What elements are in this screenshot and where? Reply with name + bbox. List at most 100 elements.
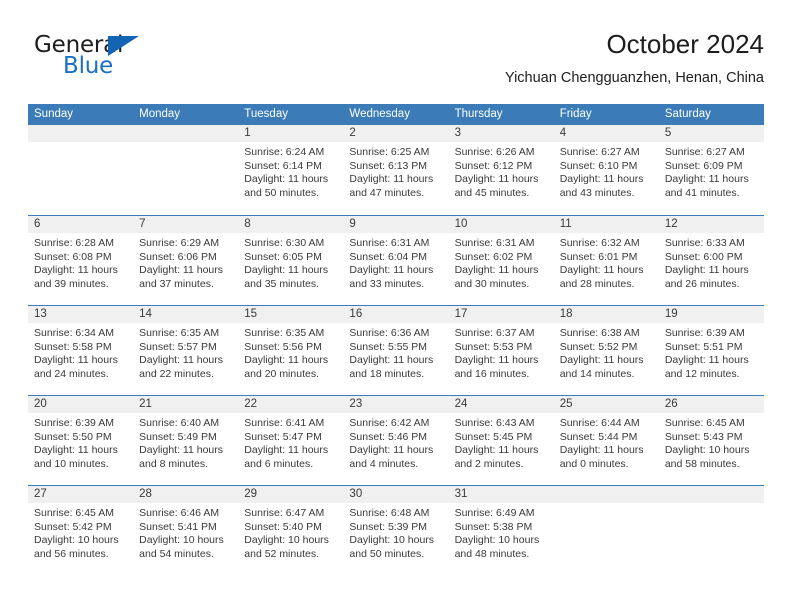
- day-info-line: Daylight: 11 hours: [454, 264, 539, 277]
- day-info-line: and 30 minutes.: [454, 277, 530, 290]
- day-info-line: and 56 minutes.: [34, 547, 109, 560]
- day-cell-7[interactable]: 7 Sunrise: 6:29 AM Sunset: 6:06 PM Daylight…: [133, 216, 238, 306]
- day-sun-info: Sunrise: 6:27 AM Sunset: 6:10 PM Daylight:…: [560, 146, 656, 200]
- day-info-line: Sunrise: 6:26 AM: [454, 146, 535, 158]
- day-cell-18[interactable]: 18 Sunrise: 6:38 AM Sunset: 5:52 PM Dayligh…: [554, 306, 659, 396]
- day-info-line: Daylight: 10 hours: [139, 534, 224, 547]
- day-cell-25[interactable]: 25 Sunrise: 6:44 AM Sunset: 5:44 PM Dayligh…: [554, 396, 659, 486]
- day-cell-1[interactable]: 1 Sunrise: 6:24 AM Sunset: 6:14 PM Daylight…: [238, 125, 343, 215]
- day-number: 18: [559, 308, 573, 320]
- day-info-line: Daylight: 11 hours: [454, 173, 539, 186]
- day-number: 31: [454, 488, 468, 500]
- day-cell-27[interactable]: 27 Sunrise: 6:45 AM Sunset: 5:42 PM Dayligh…: [28, 486, 133, 576]
- day-info-line: and 37 minutes.: [139, 277, 214, 290]
- day-info-line: Daylight: 11 hours: [349, 354, 434, 367]
- day-info-line: and 45 minutes.: [454, 186, 530, 199]
- day-info-line: and 41 minutes.: [664, 186, 740, 199]
- week-days: 6 Sunrise: 6:28 AM Sunset: 6:08 PM Daylight…: [28, 216, 764, 306]
- day-cell-6[interactable]: 6 Sunrise: 6:28 AM Sunset: 6:08 PM Daylight…: [28, 216, 133, 306]
- day-number: 21: [139, 398, 152, 410]
- day-info-line: Sunrise: 6:35 AM: [244, 327, 325, 339]
- day-info-line: Sunset: 5:49 PM: [139, 430, 217, 443]
- day-sun-info: Sunrise: 6:45 AM Sunset: 5:43 PM Daylight:…: [665, 417, 761, 471]
- day-info-line: Daylight: 11 hours: [244, 264, 329, 277]
- day-info-line: and 39 minutes.: [34, 277, 109, 290]
- day-cell-22[interactable]: 22 Sunrise: 6:41 AM Sunset: 5:47 PM Dayligh…: [238, 396, 343, 486]
- day-cell-29[interactable]: 29 Sunrise: 6:47 AM Sunset: 5:40 PM Dayligh…: [238, 486, 343, 576]
- weekday-header-sunday: Sunday: [34, 108, 74, 120]
- day-number: 4: [559, 127, 567, 139]
- page-title: October 2024: [606, 29, 764, 59]
- day-info-line: Daylight: 10 hours: [244, 534, 329, 547]
- day-info-line: and 8 minutes.: [139, 457, 209, 470]
- day-number: 17: [454, 308, 468, 320]
- day-cell-13[interactable]: 13 Sunrise: 6:34 AM Sunset: 5:58 PM Dayligh…: [28, 306, 133, 396]
- day-cell-2[interactable]: 2 Sunrise: 6:25 AM Sunset: 6:13 PM Daylight…: [343, 125, 448, 215]
- day-cell-23[interactable]: 23 Sunrise: 6:42 AM Sunset: 5:46 PM Dayligh…: [343, 396, 448, 486]
- day-info-line: Sunrise: 6:34 AM: [34, 327, 114, 339]
- day-info-line: Sunrise: 6:42 AM: [349, 417, 430, 429]
- day-info-line: Sunset: 5:39 PM: [349, 520, 428, 533]
- day-cell-28[interactable]: 28 Sunrise: 6:46 AM Sunset: 5:41 PM Dayligh…: [133, 486, 238, 576]
- day-cell-17[interactable]: 17 Sunrise: 6:37 AM Sunset: 5:53 PM Dayligh…: [449, 306, 554, 396]
- day-info-line: and 26 minutes.: [664, 277, 740, 290]
- day-info-line: Sunset: 6:00 PM: [664, 250, 743, 263]
- day-cell-26[interactable]: 26 Sunrise: 6:45 AM Sunset: 5:43 PM Dayligh…: [659, 396, 764, 486]
- day-info-line: Daylight: 10 hours: [664, 444, 750, 457]
- day-sun-info: Sunrise: 6:28 AM Sunset: 6:08 PM Daylight:…: [34, 237, 130, 291]
- day-info-line: Sunrise: 6:32 AM: [559, 237, 640, 249]
- day-cell-5[interactable]: 5 Sunrise: 6:27 AM Sunset: 6:09 PM Daylight…: [659, 125, 764, 215]
- day-cell-10[interactable]: 10 Sunrise: 6:31 AM Sunset: 6:02 PM Dayligh…: [449, 216, 554, 306]
- day-info-line: Sunrise: 6:35 AM: [139, 327, 220, 339]
- day-sun-info: Sunrise: 6:39 AM Sunset: 5:50 PM Daylight:…: [34, 417, 130, 471]
- general-blue-logo[interactable]: General Blue: [34, 32, 214, 90]
- day-info-line: Sunrise: 6:39 AM: [34, 417, 114, 429]
- day-info-line: Sunrise: 6:24 AM: [244, 146, 325, 158]
- day-sun-info: Sunrise: 6:24 AM Sunset: 6:14 PM Daylight:…: [244, 146, 340, 200]
- day-cell-9[interactable]: 9 Sunrise: 6:31 AM Sunset: 6:04 PM Daylight…: [343, 216, 448, 306]
- day-cell-20[interactable]: 20 Sunrise: 6:39 AM Sunset: 5:50 PM Dayligh…: [28, 396, 133, 486]
- day-cell-8[interactable]: 8 Sunrise: 6:30 AM Sunset: 6:05 PM Daylight…: [238, 216, 343, 306]
- day-number: 8: [244, 218, 251, 230]
- day-cell-12[interactable]: 12 Sunrise: 6:33 AM Sunset: 6:00 PM Dayligh…: [659, 216, 764, 306]
- day-number: 27: [34, 488, 47, 500]
- day-number: 20: [34, 398, 47, 410]
- day-number: 25: [559, 398, 573, 410]
- day-info-line: Daylight: 11 hours: [139, 264, 223, 277]
- day-info-line: Sunset: 5:40 PM: [244, 520, 322, 533]
- day-cell-15[interactable]: 15 Sunrise: 6:35 AM Sunset: 5:56 PM Dayligh…: [238, 306, 343, 396]
- day-cell-30[interactable]: 30 Sunrise: 6:48 AM Sunset: 5:39 PM Dayligh…: [343, 486, 448, 576]
- day-info-line: Sunset: 5:38 PM: [454, 520, 533, 533]
- day-info-line: Sunset: 6:10 PM: [559, 159, 638, 172]
- day-number: 15: [244, 308, 258, 320]
- weekday-header-monday: Monday: [139, 108, 181, 120]
- day-info-line: Sunset: 5:58 PM: [34, 340, 112, 353]
- day-sun-info: Sunrise: 6:35 AM Sunset: 5:57 PM Daylight:…: [139, 327, 235, 381]
- day-info-line: Sunset: 5:51 PM: [664, 340, 743, 353]
- day-number: 30: [349, 488, 363, 500]
- day-info-line: Sunrise: 6:31 AM: [454, 237, 535, 249]
- calendar-week-row: 13 Sunrise: 6:34 AM Sunset: 5:58 PM Dayligh…: [28, 305, 764, 395]
- day-number: 24: [454, 398, 468, 410]
- day-cell-14[interactable]: 14 Sunrise: 6:35 AM Sunset: 5:57 PM Dayligh…: [133, 306, 238, 396]
- day-cell-4[interactable]: 4 Sunrise: 6:27 AM Sunset: 6:10 PM Daylight…: [554, 125, 659, 215]
- day-cell-21[interactable]: 21 Sunrise: 6:40 AM Sunset: 5:49 PM Dayligh…: [133, 396, 238, 486]
- day-info-line: and 22 minutes.: [139, 367, 214, 380]
- day-cell-11[interactable]: 11 Sunrise: 6:32 AM Sunset: 6:01 PM Dayligh…: [554, 216, 659, 306]
- day-info-line: and 35 minutes.: [244, 277, 319, 290]
- day-info-line: Daylight: 11 hours: [454, 354, 539, 367]
- day-cell-24[interactable]: 24 Sunrise: 6:43 AM Sunset: 5:45 PM Dayligh…: [449, 396, 554, 486]
- day-info-line: Daylight: 11 hours: [34, 264, 118, 277]
- day-info-line: and 0 minutes.: [559, 457, 629, 470]
- day-sun-info: Sunrise: 6:30 AM Sunset: 6:05 PM Daylight:…: [244, 237, 340, 291]
- day-cell-31[interactable]: 31 Sunrise: 6:49 AM Sunset: 5:38 PM Dayligh…: [449, 486, 554, 576]
- day-cell-3[interactable]: 3 Sunrise: 6:26 AM Sunset: 6:12 PM Daylight…: [449, 125, 554, 215]
- day-info-line: and 54 minutes.: [139, 547, 214, 560]
- day-info-line: and 14 minutes.: [559, 367, 635, 380]
- day-info-line: and 4 minutes.: [349, 457, 419, 470]
- weekday-header-wednesday: Wednesday: [349, 108, 410, 120]
- day-info-line: and 33 minutes.: [349, 277, 425, 290]
- weekday-header-row: Sunday Monday Tuesday Wednesday Thursday Frid…: [28, 104, 764, 125]
- day-cell-19[interactable]: 19 Sunrise: 6:39 AM Sunset: 5:51 PM Dayligh…: [659, 306, 764, 396]
- day-cell-16[interactable]: 16 Sunrise: 6:36 AM Sunset: 5:55 PM Dayligh…: [343, 306, 448, 396]
